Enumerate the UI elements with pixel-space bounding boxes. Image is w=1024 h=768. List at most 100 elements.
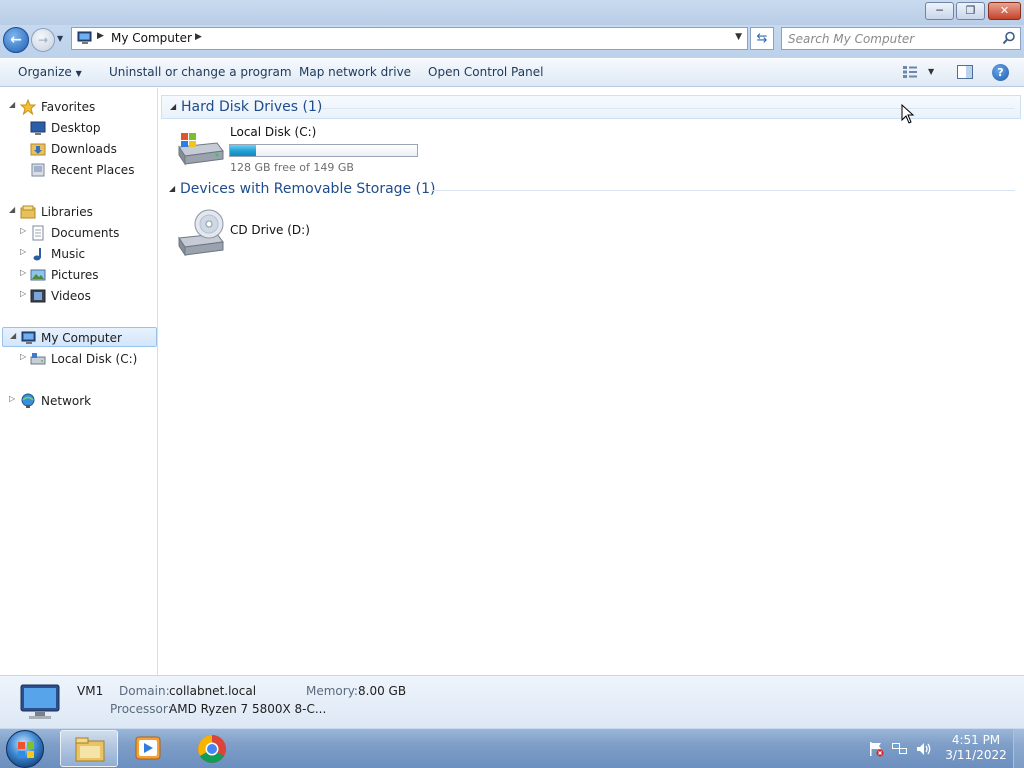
nav-documents[interactable]: ▷ Documents <box>0 223 156 243</box>
back-button[interactable]: ← <box>3 27 29 53</box>
nav-music[interactable]: ▷ Music <box>0 244 156 264</box>
nav-libraries-label: Libraries <box>41 205 93 219</box>
map-network-drive-button[interactable]: Map network drive <box>299 65 411 79</box>
refresh-button[interactable]: ⇆ <box>750 27 774 50</box>
nav-desktop[interactable]: Desktop <box>0 118 156 138</box>
collapse-arrow-icon[interactable]: ◢ <box>170 102 176 111</box>
media-player-icon <box>134 734 162 765</box>
collapsed-arrow-icon[interactable]: ▷ <box>20 247 26 256</box>
cd-drive-icon <box>177 208 227 259</box>
refresh-icon: ⇆ <box>756 31 768 46</box>
nav-my-computer[interactable]: ◢ My Computer <box>2 327 157 347</box>
collapse-arrow-icon[interactable]: ◢ <box>169 184 175 193</box>
drive-cd-d[interactable]: CD Drive (D:) <box>177 208 377 259</box>
address-row: ← → ▼ ▶ My Computer ▶ ▼ ⇆ <box>0 25 1024 58</box>
preview-pane-icon[interactable] <box>957 65 973 82</box>
start-button[interactable] <box>6 730 44 768</box>
nav-downloads-label: Downloads <box>51 142 117 156</box>
collapsed-arrow-icon[interactable]: ▷ <box>20 268 26 277</box>
collapsed-arrow-icon[interactable]: ▷ <box>20 289 26 298</box>
forward-button[interactable]: → <box>31 28 55 52</box>
forward-arrow-icon: → <box>37 33 49 47</box>
clock-time: 4:51 PM <box>951 733 1001 747</box>
drive-c-usage-bar <box>229 144 418 157</box>
computer-icon <box>77 31 93 49</box>
recent-pages-dropdown[interactable]: ▼ <box>57 34 63 43</box>
back-arrow-icon: ← <box>10 32 22 48</box>
organize-button[interactable]: Organize ▼ <box>18 65 82 79</box>
collapsed-arrow-icon[interactable]: ▷ <box>9 394 15 403</box>
taskbar-media-player-button[interactable] <box>120 730 178 767</box>
volume-icon[interactable] <box>915 741 933 760</box>
memory-label: Memory: <box>306 684 358 698</box>
libraries-icon <box>20 204 36 223</box>
open-control-panel-button[interactable]: Open Control Panel <box>428 65 543 79</box>
change-view-icon[interactable] <box>902 65 918 82</box>
minimize-button[interactable]: ─ <box>925 2 954 20</box>
nav-my-computer-label: My Computer <box>41 331 122 345</box>
title-bar: ─ ❐ ✕ <box>0 0 1024 25</box>
nav-recent-label: Recent Places <box>51 163 135 177</box>
taskbar-explorer-button[interactable] <box>60 730 118 767</box>
nav-videos[interactable]: ▷ Videos <box>0 286 156 306</box>
breadcrumb-separator-icon[interactable]: ▶ <box>97 31 104 41</box>
view-options-dropdown[interactable]: ▼ <box>928 67 934 76</box>
help-icon[interactable]: ? <box>992 64 1009 81</box>
group-divider <box>431 190 1015 191</box>
drive-c-name: Local Disk (C:) <box>230 125 317 139</box>
expanded-arrow-icon[interactable]: ◢ <box>9 100 15 109</box>
nav-desktop-label: Desktop <box>51 121 101 135</box>
nav-music-label: Music <box>51 247 86 261</box>
recent-places-icon <box>30 162 46 181</box>
show-desktop-button[interactable] <box>1013 729 1024 768</box>
action-center-flag-icon[interactable] <box>868 741 884 760</box>
navigation-pane: ◢ Favorites Desktop Downloads Recent Pla… <box>0 88 158 675</box>
collapsed-arrow-icon[interactable]: ▷ <box>20 352 26 361</box>
address-history-dropdown[interactable]: ▼ <box>735 32 742 42</box>
close-icon: ✕ <box>999 4 1010 17</box>
collapsed-arrow-icon[interactable]: ▷ <box>20 226 26 235</box>
nav-recent-places[interactable]: Recent Places <box>0 160 156 180</box>
folder-icon <box>75 735 105 766</box>
nav-network-label: Network <box>41 394 92 408</box>
drive-local-disk-c[interactable]: Local Disk (C:) 128 GB free of 149 GB <box>177 123 447 174</box>
downloads-folder-icon <box>30 141 46 160</box>
group-header-hard-disks[interactable]: ◢ Hard Disk Drives (1) <box>161 95 1021 119</box>
nav-pictures-label: Pictures <box>51 268 99 282</box>
processor-label: Processor: <box>110 702 172 716</box>
search-icon[interactable] <box>1002 31 1016 48</box>
star-icon <box>19 98 37 118</box>
address-bar[interactable]: ▶ My Computer ▶ ▼ <box>71 27 748 50</box>
mouse-cursor-icon <box>901 103 915 127</box>
processor-value: AMD Ryzen 7 5800X 8-C... <box>169 702 327 716</box>
search-box[interactable] <box>781 27 1021 50</box>
taskbar-chrome-button[interactable] <box>183 730 241 767</box>
close-button[interactable]: ✕ <box>988 2 1021 20</box>
nav-pictures[interactable]: ▷ Pictures <box>0 265 156 285</box>
group-header-removable[interactable]: ◢ Devices with Removable Storage (1) <box>161 178 1021 202</box>
restore-icon: ❐ <box>965 4 976 17</box>
memory-value: 8.00 GB <box>358 684 407 698</box>
breadcrumb-separator-icon[interactable]: ▶ <box>195 32 202 42</box>
nav-local-disk-label: Local Disk (C:) <box>51 352 138 366</box>
computer-name: VM1 <box>77 684 104 698</box>
drive-d-name: CD Drive (D:) <box>230 223 310 237</box>
clock-date: 3/11/2022 <box>945 748 1007 762</box>
command-bar: Organize ▼ Uninstall or change a program… <box>0 58 1024 87</box>
nav-libraries[interactable]: ◢ Libraries <box>0 202 156 222</box>
network-icon <box>20 393 36 412</box>
expanded-arrow-icon[interactable]: ◢ <box>10 331 16 340</box>
network-status-icon[interactable] <box>891 741 909 760</box>
expanded-arrow-icon[interactable]: ◢ <box>9 205 15 214</box>
nav-favorites[interactable]: ◢ Favorites <box>0 97 156 117</box>
restore-button[interactable]: ❐ <box>956 2 985 20</box>
nav-local-disk[interactable]: ▷ Local Disk (C:) <box>0 349 156 369</box>
nav-downloads[interactable]: Downloads <box>0 139 156 159</box>
uninstall-program-button[interactable]: Uninstall or change a program <box>109 65 292 79</box>
nav-network[interactable]: ▷ Network <box>0 391 156 411</box>
nav-videos-label: Videos <box>51 289 91 303</box>
clock[interactable]: 4:51 PM 3/11/2022 <box>940 733 1012 763</box>
breadcrumb-my-computer[interactable]: My Computer <box>111 31 192 45</box>
domain-label: Domain: <box>119 684 170 698</box>
search-input[interactable] <box>788 30 988 47</box>
